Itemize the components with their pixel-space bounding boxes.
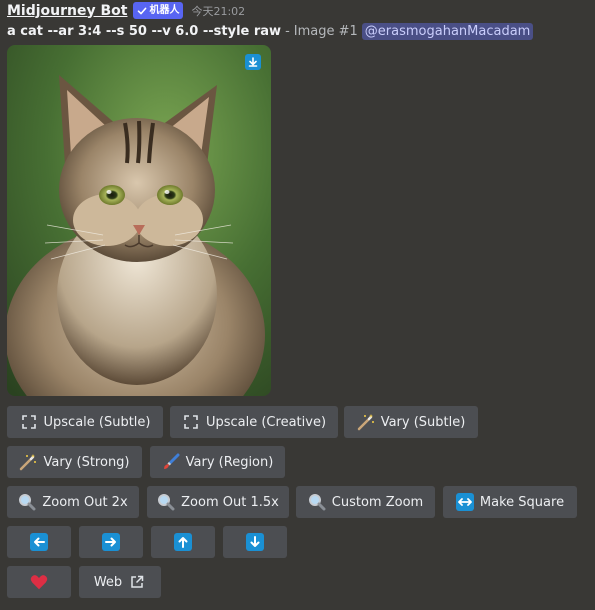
- author-name[interactable]: Midjourney Bot: [7, 3, 127, 19]
- zoom-out-1-5x-button[interactable]: Zoom Out 1.5x: [147, 486, 289, 518]
- pan-right-button[interactable]: [79, 526, 143, 558]
- arrow-up-icon: [174, 533, 192, 551]
- expand-icon: [20, 413, 38, 431]
- user-mention[interactable]: @erasmogahanMacadam: [361, 23, 534, 40]
- expand-icon: [182, 413, 200, 431]
- generated-image[interactable]: [7, 45, 271, 396]
- paintbrush-icon: [162, 453, 180, 471]
- separator: -: [285, 24, 290, 39]
- vary-subtle-label: Vary (Subtle): [380, 414, 466, 430]
- prompt-text: a cat --ar 3:4 --s 50 --v 6.0 --style ra…: [7, 24, 282, 39]
- checkmark-icon: [138, 7, 147, 14]
- pan-up-button[interactable]: [151, 526, 215, 558]
- custom-zoom-label: Custom Zoom: [331, 494, 424, 510]
- bot-badge: 机器人: [133, 2, 184, 19]
- cat-image: [7, 45, 271, 396]
- vary-subtle-button[interactable]: Vary (Subtle): [344, 406, 478, 438]
- magic-wand-icon: [357, 413, 375, 431]
- heart-icon: [30, 573, 48, 591]
- vary-strong-button[interactable]: Vary (Strong): [7, 446, 142, 478]
- custom-zoom-button[interactable]: Custom Zoom: [296, 486, 435, 518]
- arrow-left-icon: [30, 533, 48, 551]
- arrow-right-icon: [102, 533, 120, 551]
- upscale-creative-label: Upscale (Creative): [205, 414, 327, 430]
- magnifier-icon: [308, 493, 326, 511]
- vary-strong-label: Vary (Strong): [43, 454, 130, 470]
- magnifier-icon: [18, 493, 36, 511]
- image-label: Image #1: [293, 24, 358, 39]
- message-header: Midjourney Bot 机器人 今天21:02: [7, 2, 245, 19]
- zoom-out-1-5x-label: Zoom Out 1.5x: [181, 494, 279, 510]
- timestamp: 今天21:02: [191, 4, 246, 18]
- magic-wand-icon: [19, 453, 37, 471]
- zoom-out-2x-label: Zoom Out 2x: [42, 494, 128, 510]
- pan-down-button[interactable]: [223, 526, 287, 558]
- prompt-line: a cat --ar 3:4 --s 50 --v 6.0 --style ra…: [7, 23, 534, 40]
- web-button[interactable]: Web: [79, 566, 161, 598]
- vary-region-label: Vary (Region): [185, 454, 274, 470]
- make-square-label: Make Square: [479, 494, 565, 510]
- left-right-arrow-icon: [455, 493, 474, 511]
- web-label: Web: [93, 574, 123, 590]
- bot-badge-label: 机器人: [149, 5, 180, 16]
- arrow-down-icon: [246, 533, 264, 551]
- pan-left-button[interactable]: [7, 526, 71, 558]
- external-link-icon: [128, 573, 146, 591]
- make-square-button[interactable]: Make Square: [443, 486, 577, 518]
- upscale-subtle-button[interactable]: Upscale (Subtle): [7, 406, 163, 438]
- vary-region-button[interactable]: Vary (Region): [150, 446, 285, 478]
- zoom-out-2x-button[interactable]: Zoom Out 2x: [7, 486, 139, 518]
- download-icon[interactable]: [245, 54, 261, 70]
- upscale-subtle-label: Upscale (Subtle): [43, 414, 151, 430]
- upscale-creative-button[interactable]: Upscale (Creative): [170, 406, 338, 438]
- magnifier-icon: [157, 493, 175, 511]
- favorite-button[interactable]: [7, 566, 71, 598]
